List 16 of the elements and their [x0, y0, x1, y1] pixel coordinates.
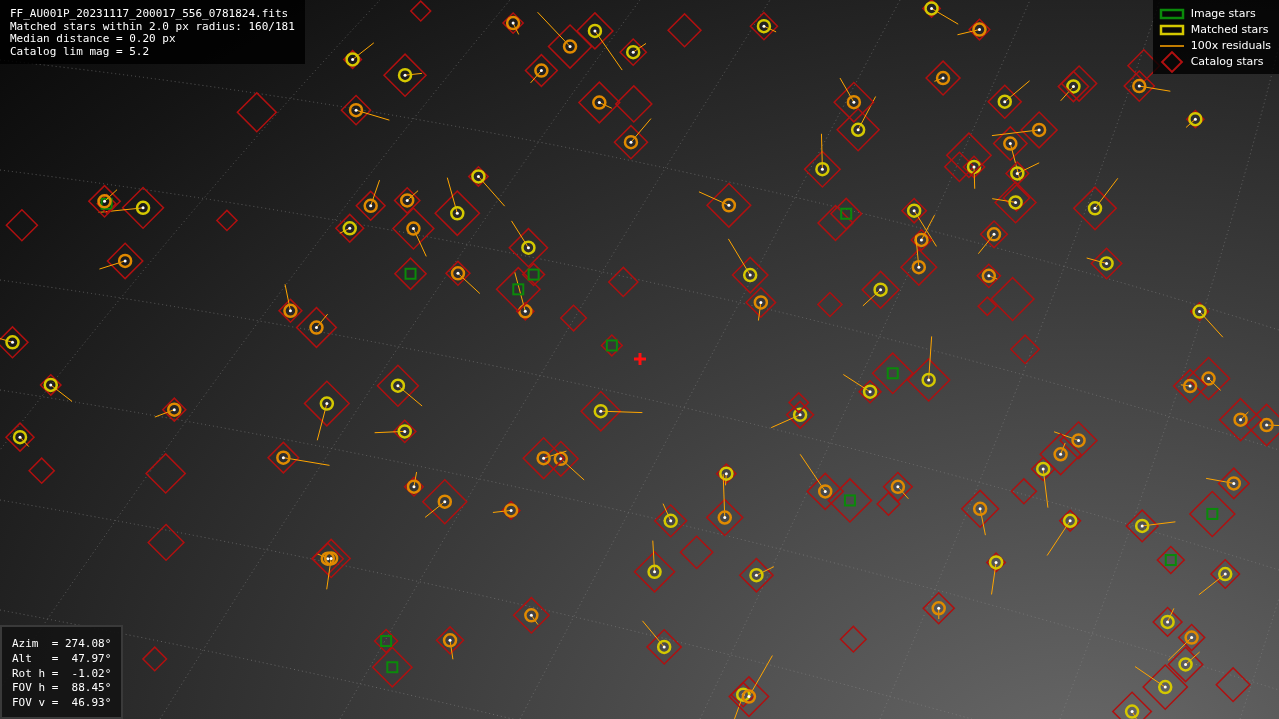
info-line: Median distance = 0.20 px: [10, 33, 177, 46]
legend-label: Image stars: [1190, 5, 1256, 22]
pointing-line: FOV h = 88.45°: [12, 681, 112, 697]
info-line: Matched stars within 2.0 px radius: 160/181: [10, 20, 295, 33]
pointing-line: Rot h = -1.02°: [12, 666, 112, 682]
legend-label: Matched stars: [1190, 21, 1269, 38]
pointing-line: Azim = 274.08°: [12, 637, 112, 652]
info-line: FF_AU001P_20231117_200017_556_0781824.fits: [10, 8, 290, 21]
square-icon: [1158, 23, 1185, 37]
center-cross-icon: [634, 353, 646, 365]
legend-label: Catalog stars: [1190, 53, 1264, 70]
pointing-line: FOV v = 46.93°: [12, 696, 112, 711]
square-icon: [1158, 7, 1185, 21]
legend-label: 100x residuals: [1190, 37, 1271, 54]
pointing-line: Alt = 47.97°: [12, 651, 112, 667]
info-line: Catalog lim mag = 5.2: [10, 45, 151, 58]
